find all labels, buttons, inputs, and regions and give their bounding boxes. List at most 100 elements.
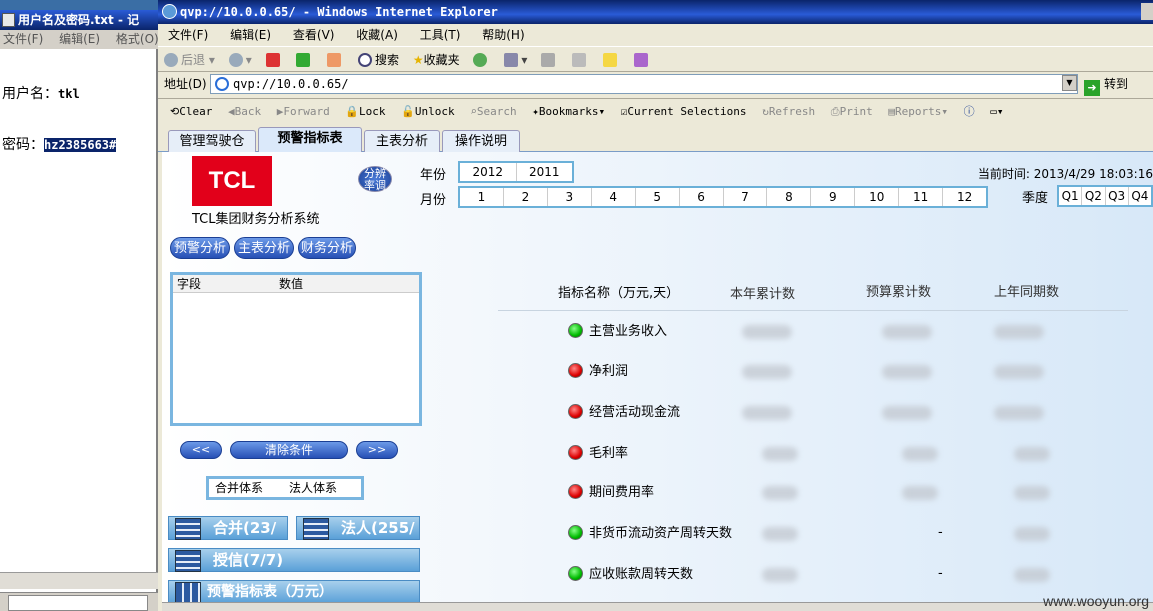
note-button[interactable] — [602, 47, 620, 73]
month-6[interactable]: 6 — [680, 188, 724, 206]
help-icon[interactable]: ⓘ — [964, 99, 975, 125]
qv-lock-button[interactable]: 🔒Lock — [345, 99, 385, 125]
qv-forward-button[interactable]: ▶Forward — [277, 99, 330, 125]
prev-button[interactable]: << — [180, 441, 222, 459]
year-2012[interactable]: 2012 — [460, 163, 517, 181]
address-input[interactable]: qvp://10.0.0.65/ — [210, 74, 1078, 94]
qv-unlock-button[interactable]: 🔓Unlock — [401, 99, 454, 125]
tab-cockpit[interactable]: 管理驾驶仓 — [168, 130, 256, 152]
month-7[interactable]: 7 — [724, 188, 768, 206]
quarter-q4[interactable]: Q4 — [1129, 187, 1151, 205]
tab-warning-indicators[interactable]: 预警指标表 — [258, 127, 362, 152]
qv-search-button[interactable]: ⌕Search — [470, 99, 516, 125]
month-1[interactable]: 1 — [460, 188, 504, 206]
qv-current-selections-button[interactable]: ☑Current Selections — [621, 99, 747, 125]
month-5[interactable]: 5 — [636, 188, 680, 206]
notepad-menu-file[interactable]: 文件(F) — [3, 32, 43, 46]
blurred-value — [882, 365, 932, 379]
system-caption: TCL集团财务分析系统 — [192, 212, 320, 227]
month-11[interactable]: 11 — [899, 188, 944, 206]
quarter-q3[interactable]: Q3 — [1106, 187, 1129, 205]
ie-window: qvp://10.0.0.65/ - Windows Internet Expl… — [158, 0, 1153, 611]
notepad-text-area[interactable]: 用户名：tkl 密码：hz2385663# — [2, 52, 117, 188]
indicator-row[interactable]: 经营活动现金流 — [568, 403, 680, 423]
menu-help[interactable]: 帮助(H) — [482, 28, 524, 42]
next-button[interactable]: >> — [356, 441, 398, 459]
menu-file[interactable]: 文件(F) — [168, 28, 208, 42]
forward-icon — [228, 53, 243, 67]
indicator-row[interactable]: 净利润 — [568, 362, 628, 382]
refresh-button[interactable] — [296, 47, 313, 73]
print-button[interactable] — [541, 47, 558, 73]
main-analysis-button[interactable]: 主表分析 — [234, 237, 294, 259]
notepad-status-box — [8, 595, 148, 611]
favorites-button[interactable]: ★收藏夹 — [413, 47, 460, 73]
tools-button[interactable] — [633, 47, 651, 73]
tab-main-analysis[interactable]: 主表分析 — [364, 130, 440, 152]
resolution-button[interactable]: 分辨率调 — [358, 166, 392, 192]
menu-favorites[interactable]: 收藏(A) — [356, 28, 398, 42]
address-dropdown-button[interactable]: ▼ — [1062, 75, 1077, 91]
history-icon — [473, 53, 488, 67]
indicator-row[interactable]: 非货币流动资产周转天数 — [568, 524, 732, 544]
month-4[interactable]: 4 — [592, 188, 636, 206]
search-button[interactable]: 搜索 — [358, 47, 399, 73]
qv-clear-button[interactable]: ⟲Clear — [170, 99, 212, 125]
forward-button[interactable]: ▾ — [228, 47, 252, 73]
credit-category[interactable]: 授信(7/7) — [168, 548, 420, 572]
consolidated-category[interactable]: 合并(23/ — [168, 516, 288, 540]
quarter-q1[interactable]: Q1 — [1059, 187, 1083, 205]
back-button[interactable]: 后退 ▾ — [164, 47, 215, 73]
month-10[interactable]: 10 — [855, 188, 900, 206]
field-value-table[interactable]: 字段 数值 — [170, 272, 422, 426]
qv-refresh-button[interactable]: ↻Refresh — [762, 99, 815, 125]
qv-reports-button[interactable]: ▤Reports▾ — [888, 99, 948, 125]
menu-edit[interactable]: 编辑(E) — [230, 28, 271, 42]
consolidated-system[interactable]: 合并体系 — [215, 479, 263, 497]
edit-button[interactable] — [572, 47, 589, 73]
clear-conditions-button[interactable]: 清除条件 — [230, 441, 348, 459]
qv-print-button[interactable]: ⎙Print — [831, 99, 873, 125]
mail-button[interactable]: ▾ — [504, 47, 527, 73]
consolidated-label: 合并(23/ — [213, 519, 277, 537]
notepad-hscrollbar[interactable] — [0, 572, 158, 589]
month-2[interactable]: 2 — [504, 188, 548, 206]
blurred-value — [994, 406, 1044, 420]
warning-analysis-button[interactable]: 预警分析 — [170, 237, 230, 259]
window-control[interactable] — [1141, 3, 1153, 20]
indicator-row[interactable]: 主营业务收入 — [568, 322, 667, 342]
stop-button[interactable] — [265, 47, 283, 73]
month-12[interactable]: 12 — [943, 188, 986, 206]
month-3[interactable]: 3 — [548, 188, 592, 206]
status-green-icon — [568, 525, 583, 540]
notepad-title: 用户名及密码.txt - 记 — [18, 13, 140, 27]
field-col-header: 字段 — [177, 277, 202, 291]
quarter-q2[interactable]: Q2 — [1082, 187, 1106, 205]
legal-entity-category[interactable]: 法人(255/ — [296, 516, 420, 540]
notepad-menu-edit[interactable]: 编辑(E) — [59, 32, 100, 46]
notepad-menu-format[interactable]: 格式(O) — [116, 32, 158, 46]
notepad-menubar: 文件(F) 编辑(E) 格式(O) — [0, 30, 158, 49]
year-2011[interactable]: 2011 — [517, 163, 573, 181]
month-8[interactable]: 8 — [767, 188, 812, 206]
credit-label: 授信(7/7) — [213, 551, 284, 569]
qv-back-button[interactable]: ◀Back — [228, 99, 261, 125]
legal-entity-system[interactable]: 法人体系 — [289, 479, 337, 497]
month-9[interactable]: 9 — [811, 188, 856, 206]
go-button[interactable]: ➜ 转到 — [1084, 74, 1140, 96]
tab-instructions[interactable]: 操作说明 — [442, 130, 520, 152]
warning-table-category[interactable]: 预警指标表（万元） — [168, 580, 420, 604]
ie-hscrollbar[interactable] — [162, 602, 1153, 611]
menu-tools[interactable]: 工具(T) — [420, 28, 461, 42]
qv-bookmarks-button[interactable]: ✦Bookmarks▾ — [532, 99, 605, 125]
home-button[interactable] — [327, 47, 344, 73]
history-button[interactable] — [473, 47, 490, 73]
indicator-row[interactable]: 毛利率 — [568, 444, 628, 464]
menu-view[interactable]: 查看(V) — [293, 28, 335, 42]
indicator-row[interactable]: 应收账款周转天数 — [568, 565, 693, 585]
finance-analysis-button[interactable]: 财务分析 — [298, 237, 356, 259]
blurred-value — [762, 527, 798, 541]
layout-icon[interactable]: ▭▾ — [990, 99, 1003, 125]
tcl-logo: TCL — [192, 156, 272, 206]
indicator-row[interactable]: 期间费用率 — [568, 483, 654, 503]
